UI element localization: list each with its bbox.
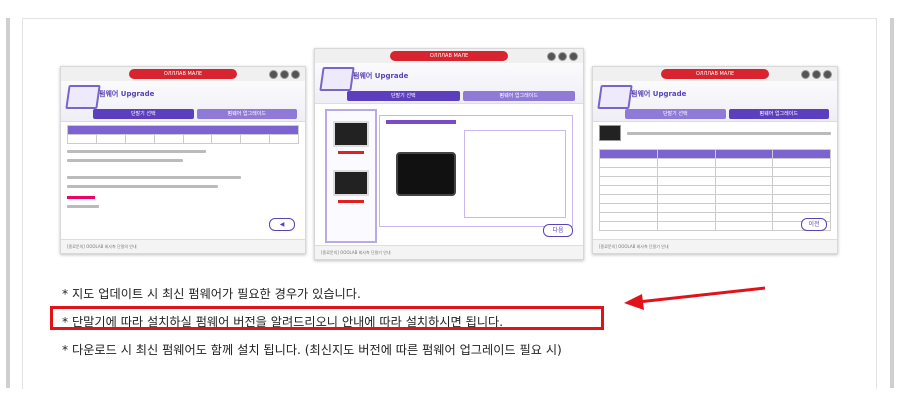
device-detail-panel	[379, 115, 573, 227]
device-thumbnail[interactable]	[333, 121, 369, 147]
note-1: * 지도 업데이트 시 최신 펌웨어가 필요한 경우가 있습니다.	[62, 287, 361, 301]
upgrade-heading: 펌웨어 Upgrade	[99, 90, 155, 98]
screenshot-left: ОЛЛЛАВ МАЛЕ 펌웨어 Upgrade 단말기 선택 펌웨어 업그레이드…	[60, 66, 306, 254]
window-title: ОЛЛЛАВ МАЛЕ	[129, 69, 237, 79]
screenshot-center: ОЛЛЛАВ МАЛЕ 펌웨어 Upgrade 단말기 선택 펌웨어 업그레이드…	[314, 48, 584, 260]
window-footer: [종료문의] OOOLAB 회사측 단말기 안내	[593, 239, 837, 253]
window-controls	[269, 70, 300, 79]
step-firmware-upgrade: 펌웨어 업그레이드	[728, 109, 829, 119]
step-select-device: 단말기 선택	[625, 109, 726, 119]
note-3: * 다운로드 시 최신 펌웨어도 함께 설치 됩니다. (최신지도 버전에 따른…	[62, 343, 562, 357]
device-info-table	[67, 125, 299, 144]
device-thumbnail[interactable]	[333, 170, 369, 196]
step-firmware-upgrade: 펌웨어 업그레이드	[196, 109, 297, 119]
laptop-icon	[319, 67, 355, 91]
tablet-image	[396, 152, 456, 196]
window-controls	[801, 70, 832, 79]
window-title: ОЛЛЛАВ МАЛЕ	[661, 69, 769, 79]
next-button[interactable]: 다음	[543, 224, 573, 237]
device-info-box	[464, 130, 566, 218]
laptop-icon	[65, 85, 101, 109]
red-arrow-icon	[624, 286, 766, 310]
window-footer: [종료문의] OOOLAB 회사측 단말의 안내	[61, 239, 305, 253]
step-select-device: 단말기 선택	[347, 91, 460, 101]
prev-button[interactable]: ◀	[269, 218, 295, 231]
step-select-device: 단말기 선택	[93, 109, 194, 119]
step-firmware-upgrade: 펌웨어 업그레이드	[462, 91, 575, 101]
notice-label	[67, 196, 95, 199]
firmware-list-table	[599, 149, 831, 231]
window-footer: [종료문의] OOOLAB 회사측 단말기 안내	[315, 245, 583, 259]
highlight-box	[50, 306, 604, 330]
laptop-icon	[597, 85, 633, 109]
screenshot-right: ОЛЛЛАВ МАЛЕ 펌웨어 Upgrade 단말기 선택 펌웨어 업그레이드…	[592, 66, 838, 254]
page-border-right	[890, 18, 894, 388]
page-border-left	[6, 18, 10, 388]
prev-button[interactable]: 이전	[801, 218, 827, 231]
upgrade-heading: 펌웨어 Upgrade	[631, 90, 687, 98]
window-title: ОЛЛЛАВ МАЛЕ	[390, 51, 508, 61]
window-controls	[547, 52, 578, 61]
device-list[interactable]	[325, 109, 377, 243]
upgrade-heading: 펌웨어 Upgrade	[353, 72, 409, 80]
